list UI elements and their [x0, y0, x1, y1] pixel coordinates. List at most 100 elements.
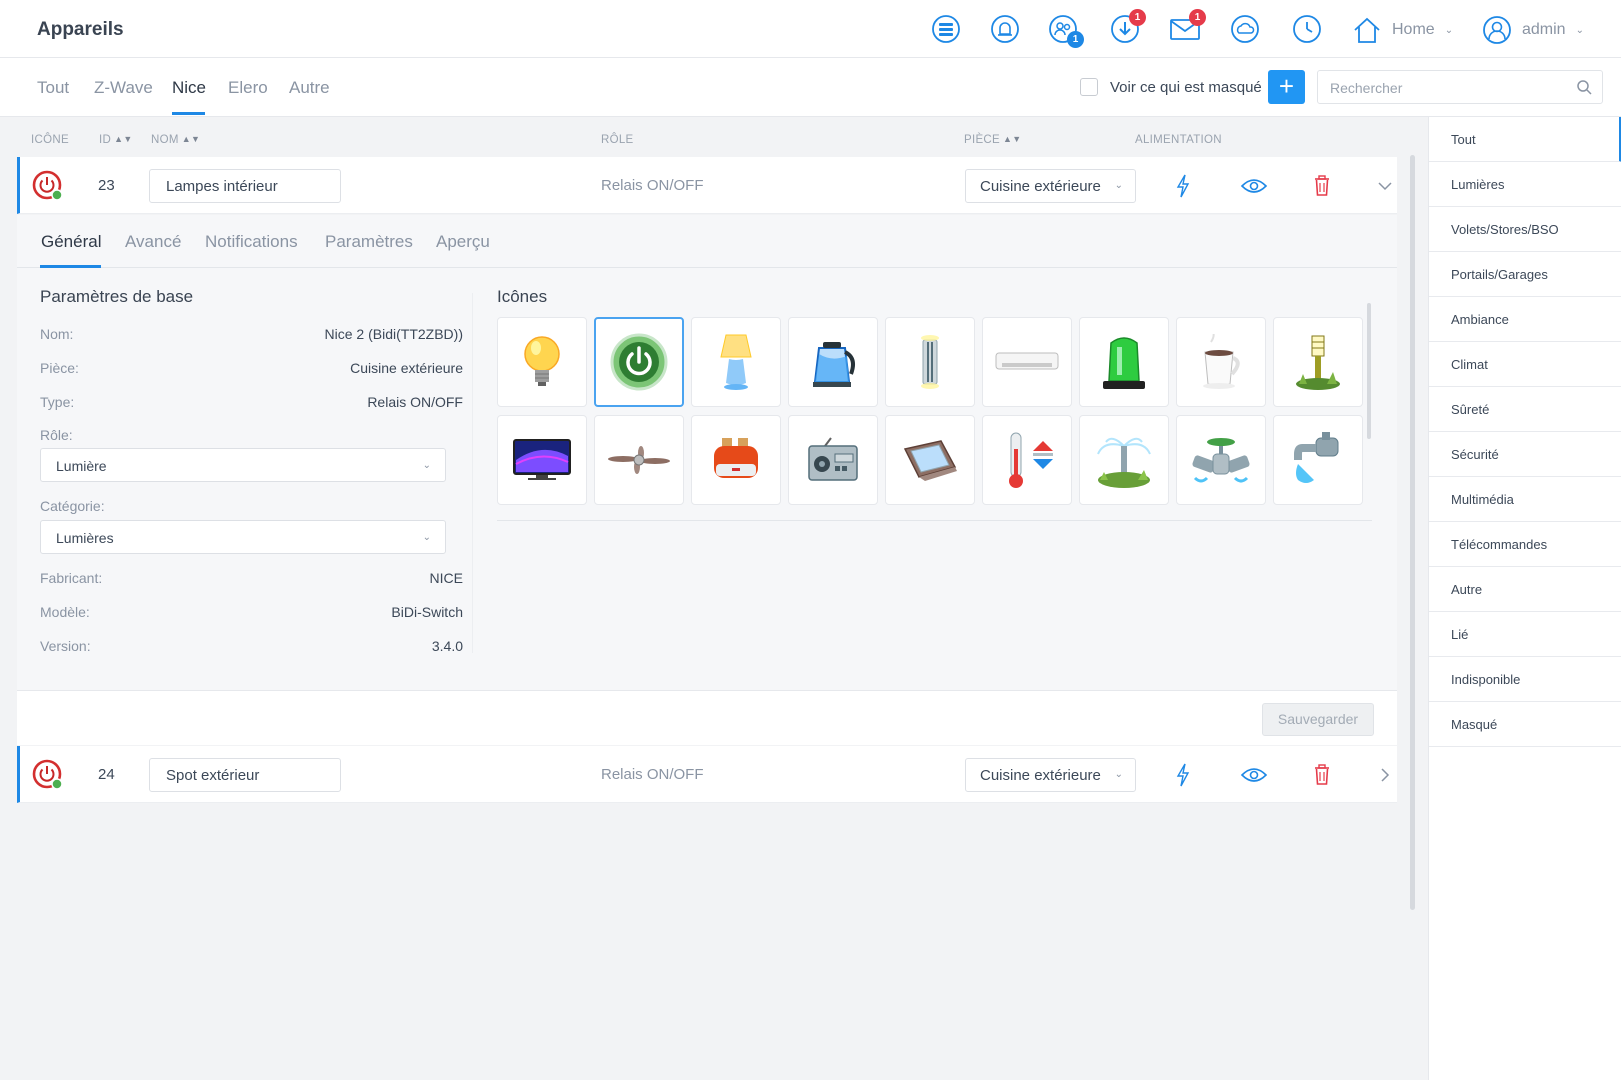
tab-parametres[interactable]: Paramètres	[325, 232, 413, 252]
icon-option-valve[interactable]	[1176, 415, 1266, 505]
sidebar-item-autre[interactable]: Autre	[1429, 567, 1621, 612]
icon-option-alarm-beacon[interactable]	[1079, 317, 1169, 407]
room-select-value: Cuisine extérieure	[980, 767, 1101, 784]
tab-general[interactable]: Général	[41, 232, 101, 252]
sidebar-item-climat[interactable]: Climat	[1429, 342, 1621, 387]
category-sidebar: Tout Lumières Volets/Stores/BSO Portails…	[1428, 117, 1621, 1080]
sort-icon[interactable]: ▲▼	[114, 134, 132, 144]
icon-option-table-lamp[interactable]	[691, 317, 781, 407]
column-header-name[interactable]: NOM ▲▼	[151, 134, 200, 146]
sidebar-item-multimedia[interactable]: Multimédia	[1429, 477, 1621, 522]
icon-option-television[interactable]	[497, 415, 587, 505]
icon-option-wall-light[interactable]	[885, 317, 975, 407]
add-device-button[interactable]: +	[1268, 70, 1305, 104]
sidebar-item-lumieres[interactable]: Lumières	[1429, 162, 1621, 207]
model-label: Modèle:	[40, 604, 90, 620]
delete-icon[interactable]	[1309, 762, 1335, 788]
chevron-down-icon: ⌄	[422, 460, 431, 471]
power-device-icon[interactable]	[32, 170, 64, 202]
device-row[interactable]: 23 Lampes intérieur Relais ON/OFF Cuisin…	[17, 157, 1397, 214]
show-hidden-checkbox[interactable]	[1080, 78, 1098, 96]
tab-autre[interactable]: Autre	[289, 78, 330, 98]
device-name-input[interactable]: Spot extérieur	[149, 758, 341, 792]
tab-notifications[interactable]: Notifications	[205, 232, 298, 252]
sort-icon[interactable]: ▲▼	[1003, 134, 1021, 144]
sort-icon[interactable]: ▲▼	[182, 134, 200, 144]
device-name-input[interactable]: Lampes intérieur	[149, 169, 341, 203]
icon-option-air-conditioner[interactable]	[982, 317, 1072, 407]
icon-option-ceiling-fan[interactable]	[594, 415, 684, 505]
column-header-id[interactable]: ID ▲▼	[99, 134, 133, 146]
icon-option-thermostat[interactable]	[982, 415, 1072, 505]
version-value: 3.4.0	[431, 638, 463, 654]
sidebar-item-indisponible[interactable]: Indisponible	[1429, 657, 1621, 702]
power-device-icon[interactable]	[32, 759, 64, 791]
icon-option-roof-window[interactable]	[885, 415, 975, 505]
sidebar-item-lie[interactable]: Lié	[1429, 612, 1621, 657]
type-label: Type:	[40, 394, 75, 410]
icon-option-garden-light[interactable]	[1273, 317, 1363, 407]
tab-elero[interactable]: Elero	[228, 78, 268, 98]
weather-icon[interactable]	[1228, 12, 1262, 46]
icon-option-sprinkler[interactable]	[1079, 415, 1169, 505]
device-role: Relais ON/OFF	[601, 766, 704, 783]
active-tab-indicator	[172, 112, 205, 115]
chevron-down-icon[interactable]	[1372, 173, 1398, 199]
category-select[interactable]: Lumières ⌄	[40, 520, 446, 554]
name-value: Nice 2 (Bidi(TT2ZBD))	[324, 326, 463, 342]
save-button[interactable]: Sauvegarder	[1262, 703, 1374, 736]
download-icon[interactable]: 1	[1108, 9, 1146, 46]
search-input[interactable]	[1330, 78, 1560, 98]
room-select[interactable]: Cuisine extérieure ⌄	[965, 169, 1136, 203]
column-header-room-label: PIÈCE	[964, 134, 1001, 146]
main-scrollbar[interactable]	[1410, 155, 1415, 910]
tab-apercu[interactable]: Aperçu	[436, 232, 490, 252]
room-select-value: Cuisine extérieure	[980, 178, 1101, 195]
sidebar-item-masque[interactable]: Masqué	[1429, 702, 1621, 747]
tab-avance[interactable]: Avancé	[125, 232, 181, 252]
icon-option-toaster[interactable]	[691, 415, 781, 505]
column-header-name-label: NOM	[151, 134, 179, 146]
device-row[interactable]: 24 Spot extérieur Relais ON/OFF Cuisine …	[17, 746, 1397, 803]
base-params-title: Paramètres de base	[40, 287, 194, 306]
search-icon[interactable]	[1576, 79, 1593, 96]
sidebar-item-surete[interactable]: Sûreté	[1429, 387, 1621, 432]
icon-option-water-tap[interactable]	[1273, 415, 1363, 505]
users-icon[interactable]: 1	[1046, 12, 1084, 48]
sidebar-item-securite[interactable]: Sécurité	[1429, 432, 1621, 477]
icon-option-kettle[interactable]	[788, 317, 878, 407]
tab-zwave[interactable]: Z-Wave	[94, 78, 153, 98]
devices-list-icon[interactable]	[929, 12, 963, 46]
tab-nice[interactable]: Nice	[172, 78, 206, 98]
mail-badge: 1	[1189, 9, 1206, 26]
alarm-icon[interactable]	[988, 12, 1022, 46]
chevron-down-icon: ⌄	[422, 532, 431, 543]
column-header-room[interactable]: PIÈCE ▲▼	[964, 134, 1021, 146]
mail-icon[interactable]: 1	[1168, 9, 1206, 46]
sidebar-item-telecommandes[interactable]: Télécommandes	[1429, 522, 1621, 567]
sidebar-item-volets[interactable]: Volets/Stores/BSO	[1429, 207, 1621, 252]
icon-option-power[interactable]	[594, 317, 684, 407]
power-icon[interactable]	[1170, 173, 1196, 199]
water-tap-icon	[1294, 432, 1339, 483]
role-select[interactable]: Lumière ⌄	[40, 448, 446, 482]
icon-option-lightbulb[interactable]	[497, 317, 587, 407]
user-menu[interactable]: admin ⌄	[1482, 14, 1584, 46]
icons-scrollbar[interactable]	[1367, 303, 1371, 439]
icon-option-coffee-cup[interactable]	[1176, 317, 1266, 407]
power-icon[interactable]	[1170, 762, 1196, 788]
home-menu[interactable]: Home ⌄	[1352, 14, 1453, 46]
visibility-icon[interactable]	[1239, 173, 1269, 199]
role-label: Rôle:	[40, 427, 73, 443]
icon-option-radio[interactable]	[788, 415, 878, 505]
chevron-right-icon[interactable]	[1372, 762, 1398, 788]
visibility-icon[interactable]	[1239, 762, 1269, 788]
filter-bar: Tout Z-Wave Nice Elero Autre Voir ce qui…	[0, 58, 1621, 117]
sidebar-item-tout[interactable]: Tout	[1429, 117, 1621, 162]
sidebar-item-ambiance[interactable]: Ambiance	[1429, 297, 1621, 342]
room-select[interactable]: Cuisine extérieure ⌄	[965, 758, 1136, 792]
delete-icon[interactable]	[1309, 173, 1335, 199]
clock-icon[interactable]	[1290, 12, 1324, 46]
sidebar-item-portails[interactable]: Portails/Garages	[1429, 252, 1621, 297]
tab-tout[interactable]: Tout	[37, 78, 69, 98]
